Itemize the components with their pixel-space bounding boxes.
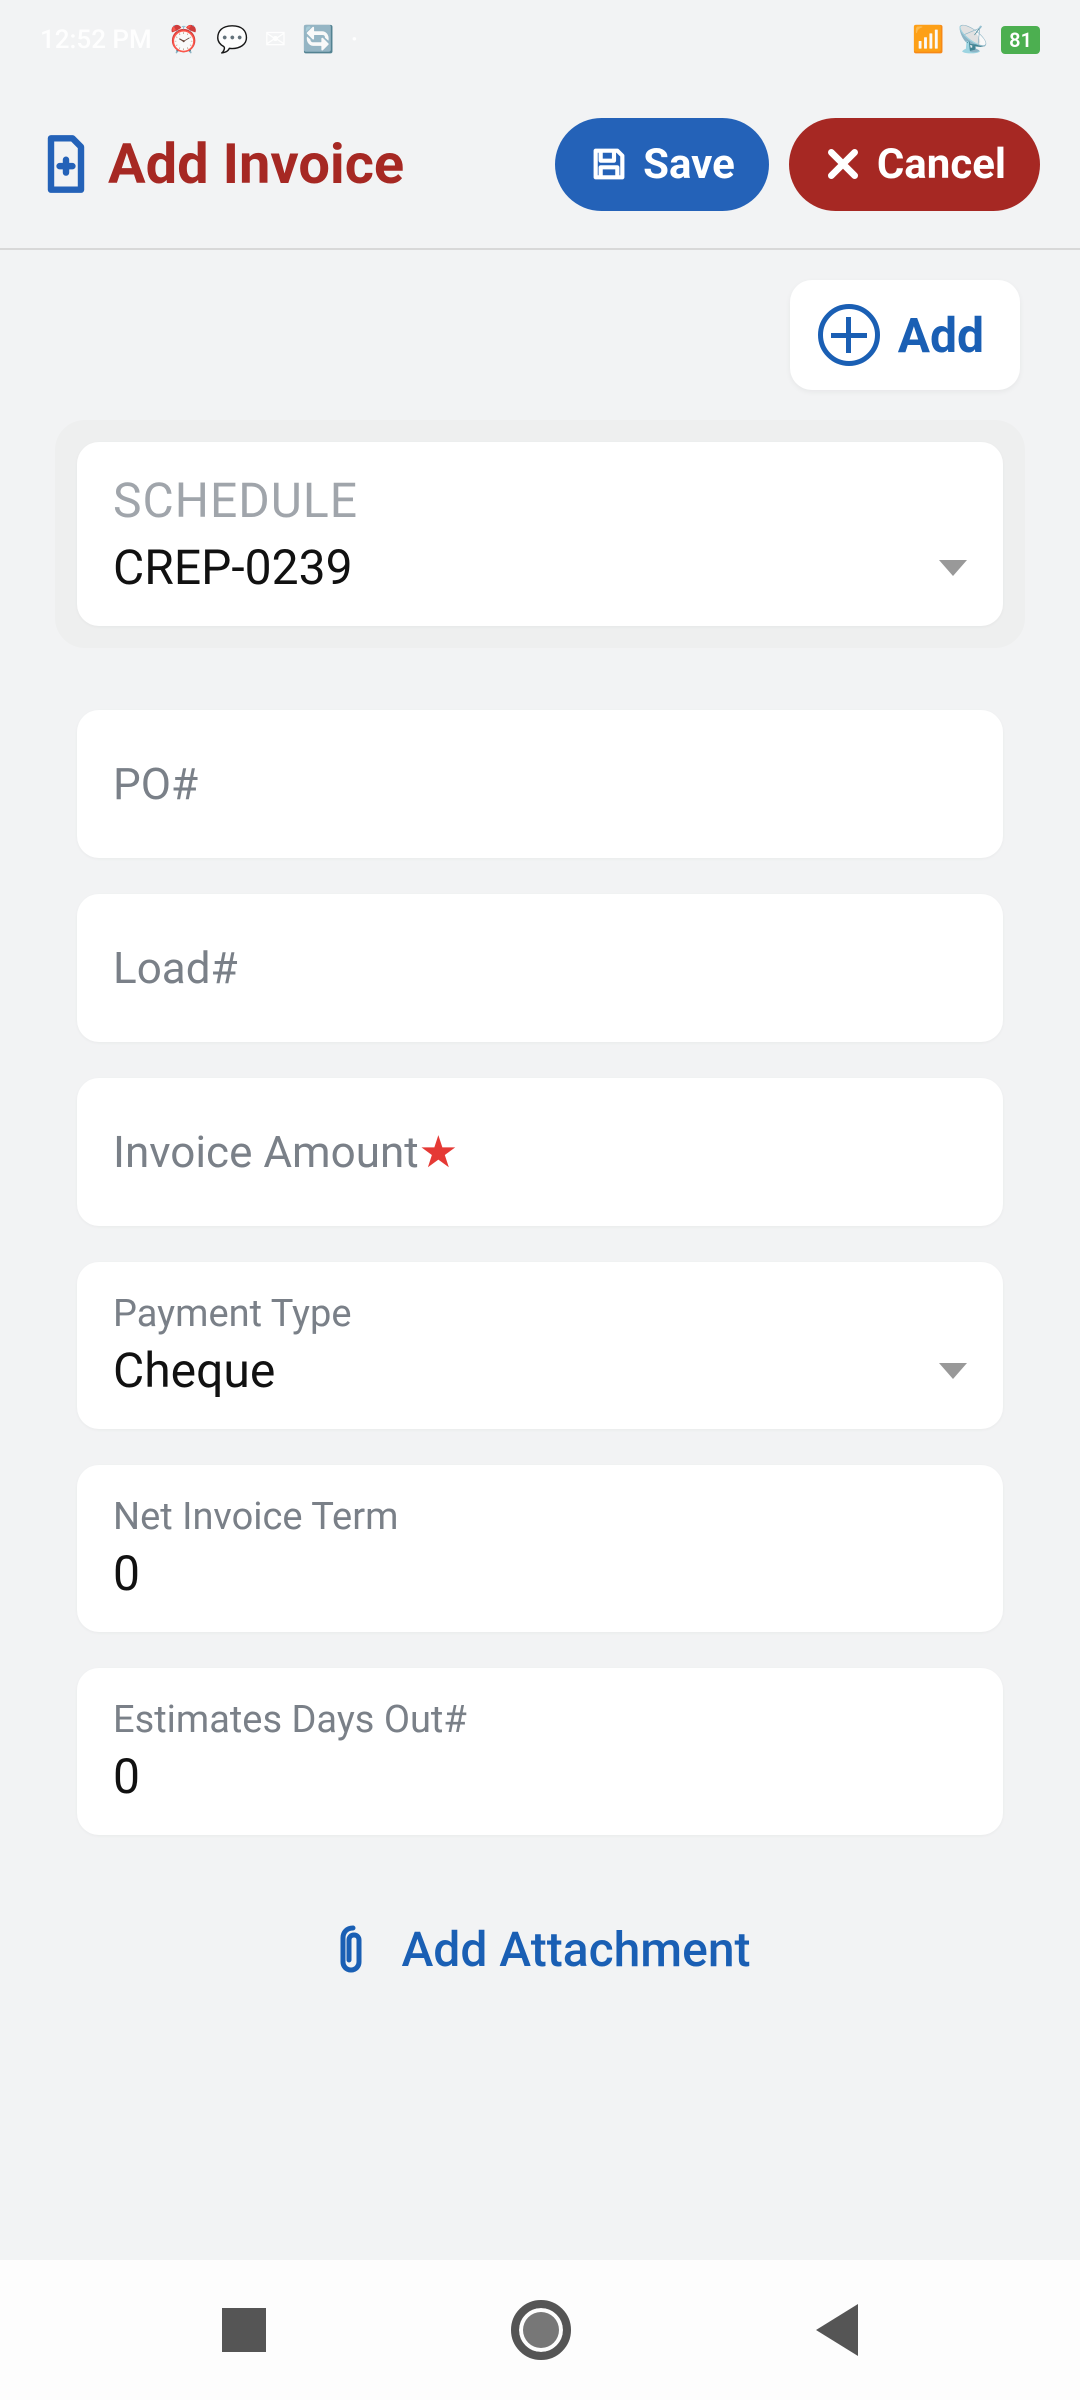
signal-icon: 📶 (912, 25, 944, 55)
app-header: Add Invoice Save Cancel (0, 80, 1080, 250)
header-buttons: Save Cancel (555, 118, 1040, 211)
payment-type-label: Payment Type (113, 1292, 967, 1336)
net-invoice-term-label: Net Invoice Term (113, 1495, 967, 1539)
dot-icon: · (351, 25, 358, 55)
po-placeholder: PO# (113, 758, 198, 810)
alarm-icon: ⏰ (168, 25, 200, 55)
estimates-days-out-label: Estimates Days Out# (113, 1698, 967, 1742)
sync-icon: 🔄 (302, 25, 334, 55)
plus-circle-icon (818, 304, 880, 366)
nav-recent-button[interactable] (222, 2308, 266, 2352)
invoice-amount-field[interactable]: Invoice Amount★ (77, 1078, 1003, 1226)
page-title-wrap: Add Invoice (40, 131, 555, 197)
chat-icon: 💬 (216, 25, 248, 55)
status-left: 12:52 PM ⏰ 💬 ✉ 🔄 · (40, 25, 358, 55)
po-field[interactable]: PO# (77, 710, 1003, 858)
close-icon (823, 144, 863, 184)
paperclip-icon (329, 1922, 377, 1978)
load-field[interactable]: Load# (77, 894, 1003, 1042)
document-add-icon (40, 134, 92, 194)
status-right: 📶 📡 81 (912, 25, 1040, 55)
net-invoice-term-field[interactable]: Net Invoice Term 0 (77, 1465, 1003, 1632)
schedule-label: SCHEDULE (113, 472, 967, 529)
page-title: Add Invoice (108, 131, 404, 197)
nav-back-button[interactable] (816, 2304, 858, 2356)
status-bar: 12:52 PM ⏰ 💬 ✉ 🔄 · 📶 📡 81 (0, 0, 1080, 80)
cancel-button[interactable]: Cancel (789, 118, 1040, 211)
schedule-card: SCHEDULE CREP-0239 (55, 420, 1025, 648)
content-area: Add SCHEDULE CREP-0239 PO# Load# Invoice… (0, 250, 1080, 2064)
add-button[interactable]: Add (790, 280, 1020, 390)
save-label: Save (643, 140, 735, 189)
net-invoice-term-value: 0 (113, 1545, 140, 1602)
add-row: Add (0, 280, 1080, 420)
schedule-value: CREP-0239 (113, 539, 353, 596)
chevron-down-icon (939, 1363, 967, 1379)
payment-type-dropdown[interactable]: Payment Type Cheque (77, 1262, 1003, 1429)
save-button[interactable]: Save (555, 118, 769, 211)
attachment-label: Add Attachment (401, 1921, 750, 1978)
required-star-icon: ★ (419, 1126, 458, 1178)
save-icon (589, 144, 629, 184)
add-label: Add (898, 307, 984, 364)
mail-icon: ✉ (265, 25, 287, 55)
system-nav-bar (0, 2260, 1080, 2400)
invoice-amount-placeholder: Invoice Amount★ (113, 1126, 458, 1178)
chevron-down-icon (939, 560, 967, 576)
cancel-label: Cancel (877, 140, 1006, 189)
estimates-days-out-field[interactable]: Estimates Days Out# 0 (77, 1668, 1003, 1835)
schedule-dropdown[interactable]: SCHEDULE CREP-0239 (77, 442, 1003, 626)
load-placeholder: Load# (113, 942, 238, 994)
payment-type-value: Cheque (113, 1342, 275, 1399)
add-attachment-button[interactable]: Add Attachment (329, 1921, 750, 1978)
wifi-icon: 📡 (957, 25, 989, 55)
attachment-row: Add Attachment (77, 1871, 1003, 2042)
estimates-days-out-value: 0 (113, 1748, 140, 1805)
status-time: 12:52 PM (40, 25, 152, 55)
battery-indicator: 81 (1001, 26, 1040, 54)
form-section: PO# Load# Invoice Amount★ Payment Type C… (55, 688, 1025, 2064)
nav-home-button[interactable] (511, 2300, 571, 2360)
